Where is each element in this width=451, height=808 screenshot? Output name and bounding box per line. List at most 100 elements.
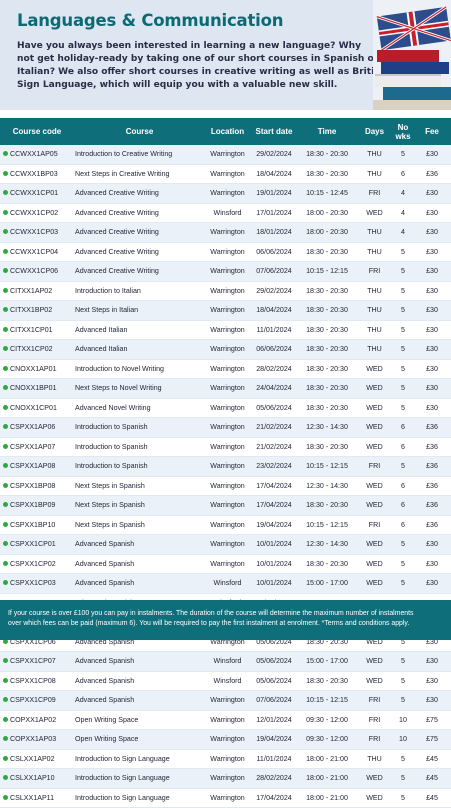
- course-days-cell: WED: [356, 651, 393, 672]
- status-dot-icon: [3, 463, 8, 469]
- course-time-cell: 09:30 - 12:00: [298, 710, 356, 730]
- course-code-cell: CCWXX1CP02: [0, 203, 74, 223]
- course-code-cell: CCWXX1CP06: [0, 261, 74, 282]
- course-start-date-cell: 10/01/2024: [250, 573, 298, 594]
- course-weeks-cell: 6: [393, 164, 413, 184]
- course-code-cell: CSPXX1CP02: [0, 554, 74, 574]
- course-weeks-cell: 10: [393, 729, 413, 750]
- course-time-cell: 18:30 - 20:30: [298, 495, 356, 516]
- course-start-date-cell: 28/02/2024: [250, 359, 298, 379]
- course-fee-cell: £36: [413, 495, 451, 516]
- course-days-cell: FRI: [356, 261, 393, 282]
- course-time-cell: 18:30 - 20:30: [298, 164, 356, 184]
- course-weeks-cell: 5: [393, 398, 413, 418]
- status-dot-icon: [3, 365, 8, 371]
- course-name-cell: Introduction to Sign Language: [74, 749, 205, 769]
- course-fee-cell: £30: [413, 398, 451, 418]
- course-fee-cell: £30: [413, 339, 451, 360]
- course-name-cell: Next Steps in Italian: [74, 300, 205, 321]
- course-location-cell: Warrington: [205, 495, 250, 516]
- status-dot-icon: [3, 326, 8, 332]
- course-weeks-cell: 4: [393, 203, 413, 223]
- intro-line: Have you always been interested in learn…: [17, 41, 361, 51]
- course-weeks-cell: 5: [393, 261, 413, 282]
- course-start-date-cell: 18/04/2024: [250, 164, 298, 184]
- table-row: CCWXX1CP01 Advanced Creative Writing Warri…: [0, 183, 451, 204]
- col-header-weeks: No wks: [393, 118, 413, 145]
- course-days-cell: WED: [356, 359, 393, 379]
- course-days-cell: WED: [356, 495, 393, 516]
- course-code-cell: CCWXX1BP03: [0, 164, 74, 184]
- status-dot-icon: [3, 443, 8, 449]
- course-name-cell: Advanced Spanish: [74, 651, 205, 672]
- course-code-text: CCWXX1CP01: [10, 189, 59, 198]
- table-row: CCWXX1CP06 Advanced Creative Writing Warri…: [0, 261, 451, 282]
- table-body: CCWXX1AP05 Introduction to Creative Writi…: [0, 145, 451, 808]
- course-time-cell: 18:30 - 20:30: [298, 339, 356, 360]
- intro-line: Sign Language, which will equip you with…: [17, 80, 338, 90]
- table-row: CCWXX1CP03 Advanced Creative Writing Warri…: [0, 222, 451, 243]
- course-time-cell: 12:30 - 14:30: [298, 417, 356, 438]
- course-code-text: CSPXX1AP06: [10, 423, 56, 432]
- course-start-date-cell: 29/02/2024: [250, 145, 298, 165]
- course-location-cell: Warrington: [205, 690, 250, 711]
- table-row: CCWXX1BP03 Next Steps in Creative Writing…: [0, 164, 451, 184]
- course-start-date-cell: 21/02/2024: [250, 417, 298, 438]
- course-location-cell: Warrington: [205, 729, 250, 750]
- course-fee-cell: £30: [413, 222, 451, 243]
- course-code-cell: CSLXX1AP02: [0, 749, 74, 769]
- course-start-date-cell: 19/04/2024: [250, 515, 298, 535]
- course-start-date-cell: 19/01/2024: [250, 183, 298, 204]
- course-weeks-cell: 5: [393, 378, 413, 399]
- course-code-text: COPXX1AP02: [10, 715, 57, 724]
- course-name-cell: Advanced Spanish: [74, 554, 205, 574]
- course-time-cell: 18:30 - 20:30: [298, 300, 356, 321]
- course-start-date-cell: 17/04/2024: [250, 476, 298, 496]
- status-dot-icon: [3, 170, 8, 176]
- table-row: CSPXX1CP01 Advanced Spanish Warrington 10/0…: [0, 534, 451, 555]
- course-code-cell: CSPXX1CP01: [0, 534, 74, 555]
- course-fee-cell: £75: [413, 710, 451, 730]
- course-start-date-cell: 10/01/2024: [250, 534, 298, 555]
- course-time-cell: 15:00 - 17:00: [298, 573, 356, 594]
- course-days-cell: FRI: [356, 729, 393, 750]
- course-time-cell: 10:15 - 12:15: [298, 456, 356, 477]
- status-dot-icon: [3, 248, 8, 254]
- course-days-cell: WED: [356, 476, 393, 496]
- course-time-cell: 18:30 - 20:30: [298, 554, 356, 574]
- course-name-cell: Introduction to Spanish: [74, 456, 205, 477]
- table-row: CSPXX1AP06 Introduction to Spanish Warring…: [0, 417, 451, 438]
- course-code-text: CITXX1CP01: [10, 325, 53, 334]
- course-code-cell: COPXX1AP02: [0, 710, 74, 730]
- status-dot-icon: [3, 424, 8, 430]
- table-row: CSPXX1CP02 Advanced Spanish Warrington 10/0…: [0, 554, 451, 574]
- table-row: CNOXX1CP01 Advanced Novel Writing Warringt…: [0, 398, 451, 418]
- course-start-date-cell: 29/02/2024: [250, 281, 298, 301]
- status-dot-icon: [3, 580, 8, 586]
- course-fee-cell: £30: [413, 320, 451, 340]
- course-days-cell: THU: [356, 749, 393, 769]
- page-footer: If your course is over £100 you can pay …: [0, 600, 451, 640]
- course-code-text: CCWXX1AP05: [10, 150, 58, 159]
- course-name-cell: Introduction to Spanish: [74, 437, 205, 457]
- course-start-date-cell: 07/06/2024: [250, 261, 298, 282]
- course-code-text: CSPXX1CP03: [10, 579, 56, 588]
- course-weeks-cell: 5: [393, 281, 413, 301]
- status-dot-icon: [3, 385, 8, 391]
- course-code-cell: CSPXX1AP08: [0, 456, 74, 477]
- course-time-cell: 15:00 - 17:00: [298, 651, 356, 672]
- status-dot-icon: [3, 658, 8, 664]
- course-name-cell: Advanced Creative Writing: [74, 261, 205, 282]
- course-code-cell: CSPXX1BP08: [0, 476, 74, 496]
- course-fee-cell: £30: [413, 671, 451, 691]
- course-time-cell: 18:30 - 20:30: [298, 242, 356, 262]
- course-time-cell: 18:00 - 20:30: [298, 222, 356, 243]
- course-start-date-cell: 19/04/2024: [250, 729, 298, 750]
- course-location-cell: Warrington: [205, 378, 250, 399]
- course-fee-cell: £30: [413, 203, 451, 223]
- table-row: CSPXX1AP07 Introduction to Spanish Warring…: [0, 437, 451, 457]
- course-location-cell: Warrington: [205, 281, 250, 301]
- table-row: CSPXX1CP07 Advanced Spanish Winsford 05/06/…: [0, 651, 451, 672]
- table-row: CSPXX1CP09 Advanced Spanish Warrington 07/0…: [0, 690, 451, 711]
- course-start-date-cell: 12/01/2024: [250, 710, 298, 730]
